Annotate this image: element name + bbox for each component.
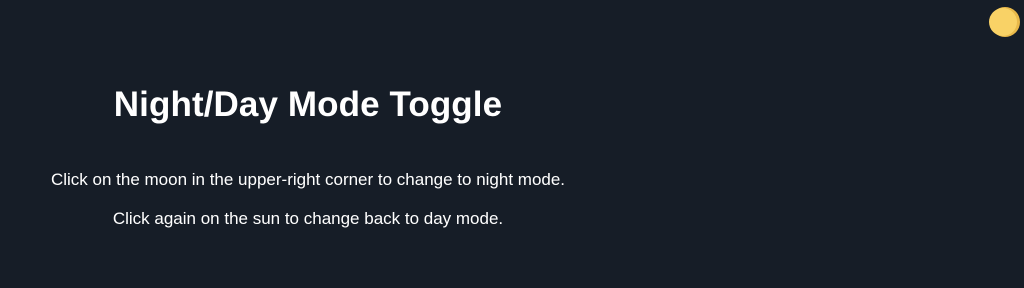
page-title: Night/Day Mode Toggle xyxy=(113,85,503,124)
night-mode-instruction: Click on the moon in the upper-right cor… xyxy=(50,170,566,189)
day-mode-instruction: Click again on the sun to change back to… xyxy=(112,209,504,228)
theme-toggle-button[interactable] xyxy=(988,6,1020,38)
page: Night/Day Mode Toggle Click on the moon … xyxy=(0,0,1024,288)
sun-icon xyxy=(989,7,1020,37)
